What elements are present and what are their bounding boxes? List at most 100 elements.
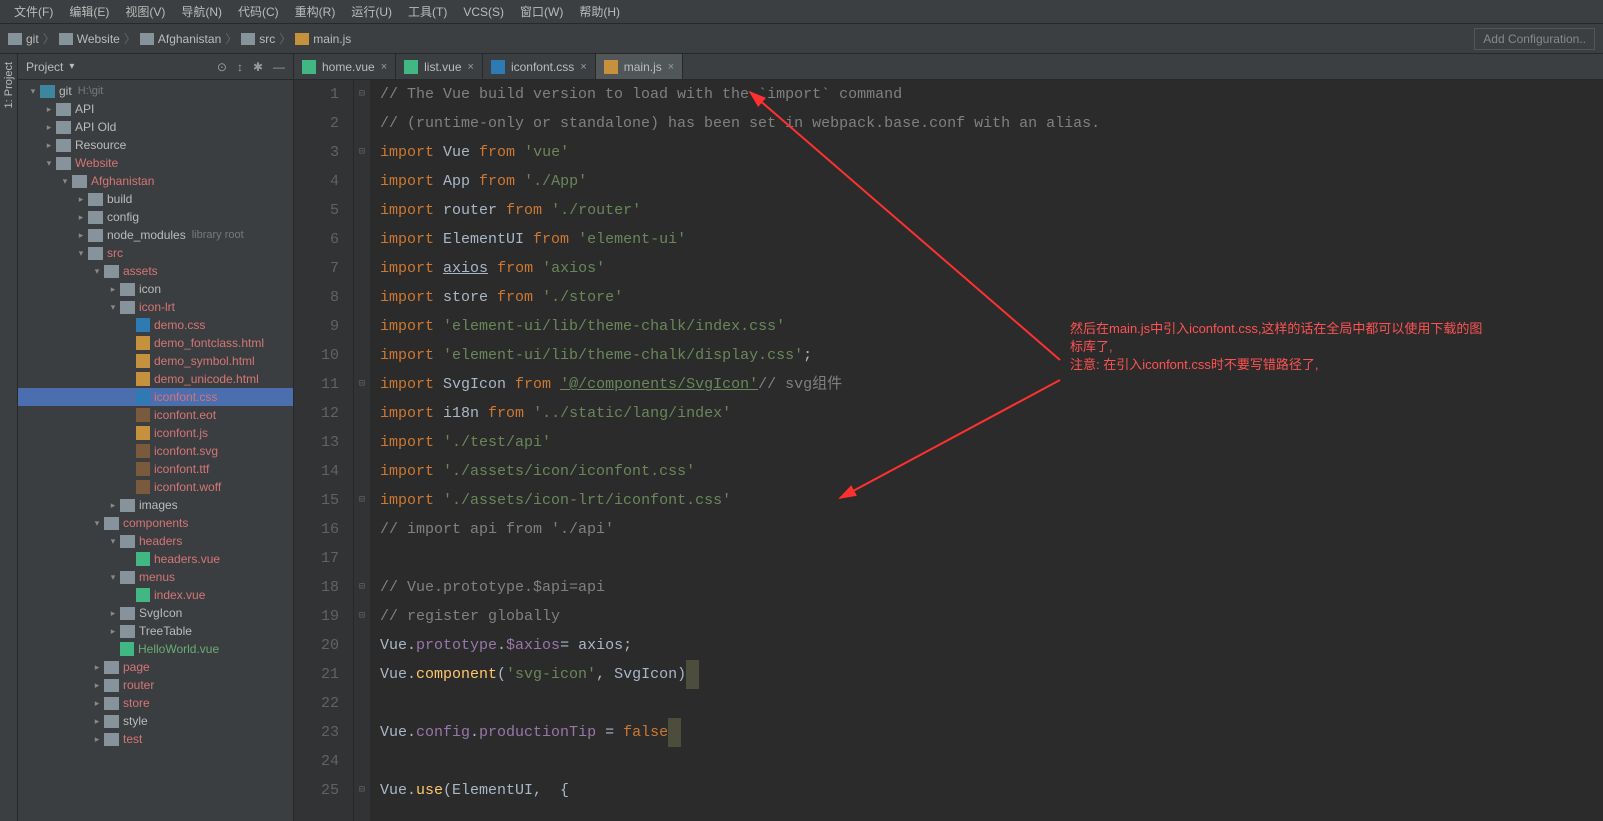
code-line[interactable]: import './assets/icon/iconfont.css' [380,457,1603,486]
collapse-icon[interactable]: ▸ [106,500,120,511]
settings-icon[interactable]: ✱ [253,60,263,74]
project-tool-tab[interactable]: 1: Project [0,54,17,116]
menu-item[interactable]: 文件(F) [8,1,59,22]
code-line[interactable] [380,544,1603,573]
collapse-icon[interactable]: ▸ [90,698,104,709]
tree-node[interactable]: index.vue [18,586,293,604]
code-line[interactable]: import './test/api' [380,428,1603,457]
close-tab-icon[interactable]: × [381,61,387,73]
tree-node[interactable]: ▾Website [18,154,293,172]
code-line[interactable]: import store from './store' [380,283,1603,312]
tree-node[interactable]: ▸SvgIcon [18,604,293,622]
tree-node[interactable]: ▸test [18,730,293,748]
tree-node[interactable]: ▸store [18,694,293,712]
collapse-icon[interactable]: ▸ [42,140,56,151]
menu-item[interactable]: 运行(U) [345,1,398,22]
editor-tab[interactable]: main.js× [596,54,683,79]
tree-node[interactable]: ▾src [18,244,293,262]
code-editor[interactable]: 1234567891011121314151617181920212223242… [294,80,1603,821]
tree-node[interactable]: iconfont.css [18,388,293,406]
menu-item[interactable]: 编辑(E) [63,1,115,22]
breadcrumb-item[interactable]: git [8,32,39,46]
tree-node[interactable]: ▸router [18,676,293,694]
collapse-icon[interactable]: ▸ [90,716,104,727]
code-line[interactable]: import router from './router' [380,196,1603,225]
collapse-icon[interactable]: ▸ [74,230,88,241]
tree-node[interactable]: ▾assets [18,262,293,280]
breadcrumb-item[interactable]: main.js [295,32,351,46]
menu-item[interactable]: VCS(S) [457,3,510,21]
expand-icon[interactable]: ▾ [90,266,104,277]
tree-node[interactable]: ▾menus [18,568,293,586]
editor-tab[interactable]: home.vue× [294,54,396,79]
tree-node[interactable]: ▸build [18,190,293,208]
fold-icon[interactable]: ⊟ [354,776,370,805]
collapse-icon[interactable]: ▸ [74,194,88,205]
code-content[interactable]: // The Vue build version to load with th… [370,80,1603,821]
code-line[interactable]: Vue.use(ElementUI, { [380,776,1603,805]
tree-node[interactable]: iconfont.svg [18,442,293,460]
tree-node[interactable]: demo_symbol.html [18,352,293,370]
tree-node[interactable]: iconfont.eot [18,406,293,424]
expand-icon[interactable]: ▾ [42,158,56,169]
collapse-icon[interactable]: ↕ [237,60,243,74]
code-line[interactable] [380,747,1603,776]
breadcrumb-item[interactable]: src [241,32,275,46]
menu-item[interactable]: 工具(T) [402,1,453,22]
editor-tab[interactable]: list.vue× [396,54,483,79]
expand-icon[interactable]: ▾ [74,248,88,259]
code-line[interactable]: import SvgIcon from '@/components/SvgIco… [380,370,1603,399]
tree-node[interactable]: ▸API [18,100,293,118]
collapse-icon[interactable]: ▸ [90,680,104,691]
code-line[interactable]: // The Vue build version to load with th… [380,80,1603,109]
expand-icon[interactable]: ▾ [90,518,104,529]
fold-icon[interactable]: ⊟ [354,370,370,399]
collapse-icon[interactable]: ▸ [74,212,88,223]
collapse-icon[interactable]: ▸ [42,122,56,133]
tree-node[interactable]: ▾gitH:\git [18,82,293,100]
expand-icon[interactable]: ▾ [106,572,120,583]
code-line[interactable]: Vue.prototype.$axios= axios; [380,631,1603,660]
code-line[interactable]: // register globally [380,602,1603,631]
menu-item[interactable]: 代码(C) [232,1,285,22]
code-line[interactable]: import i18n from '../static/lang/index' [380,399,1603,428]
code-line[interactable]: Vue.component('svg-icon', SvgIcon) [380,660,1603,689]
project-tree[interactable]: ▾gitH:\git▸API▸API Old▸Resource▾Website▾… [18,80,293,821]
collapse-icon[interactable]: ▸ [90,662,104,673]
close-tab-icon[interactable]: × [668,61,674,73]
fold-icon[interactable]: ⊟ [354,573,370,602]
close-tab-icon[interactable]: × [580,61,586,73]
editor-tab[interactable]: iconfont.css× [483,54,596,79]
code-line[interactable]: import ElementUI from 'element-ui' [380,225,1603,254]
tree-node[interactable]: headers.vue [18,550,293,568]
tree-node[interactable]: iconfont.woff [18,478,293,496]
collapse-icon[interactable]: ▸ [106,284,120,295]
code-line[interactable]: Vue.config.productionTip = false [380,718,1603,747]
fold-icon[interactable]: ⊟ [354,138,370,167]
tree-node[interactable]: ▸TreeTable [18,622,293,640]
add-configuration-button[interactable]: Add Configuration.. [1474,28,1595,50]
code-line[interactable]: import Vue from 'vue' [380,138,1603,167]
tree-node[interactable]: demo_fontclass.html [18,334,293,352]
code-line[interactable]: import './assets/icon-lrt/iconfont.css' [380,486,1603,515]
tree-node[interactable]: demo_unicode.html [18,370,293,388]
menu-item[interactable]: 重构(R) [289,1,342,22]
tree-node[interactable]: ▸images [18,496,293,514]
collapse-icon[interactable]: ▸ [90,734,104,745]
tree-node[interactable]: ▸config [18,208,293,226]
menu-item[interactable]: 窗口(W) [514,1,569,22]
collapse-icon[interactable]: ▸ [42,104,56,115]
tree-node[interactable]: ▾components [18,514,293,532]
tree-node[interactable]: ▾Afghanistan [18,172,293,190]
menu-item[interactable]: 帮助(H) [573,1,626,22]
locate-icon[interactable]: ⊙ [217,60,227,74]
code-line[interactable]: import App from './App' [380,167,1603,196]
tree-node[interactable]: ▸style [18,712,293,730]
collapse-icon[interactable]: ▸ [106,608,120,619]
collapse-icon[interactable]: ▸ [106,626,120,637]
expand-icon[interactable]: ▾ [58,176,72,187]
breadcrumb-item[interactable]: Afghanistan [140,32,221,46]
expand-icon[interactable]: ▾ [26,86,40,97]
tree-node[interactable]: demo.css [18,316,293,334]
tree-node[interactable]: iconfont.js [18,424,293,442]
